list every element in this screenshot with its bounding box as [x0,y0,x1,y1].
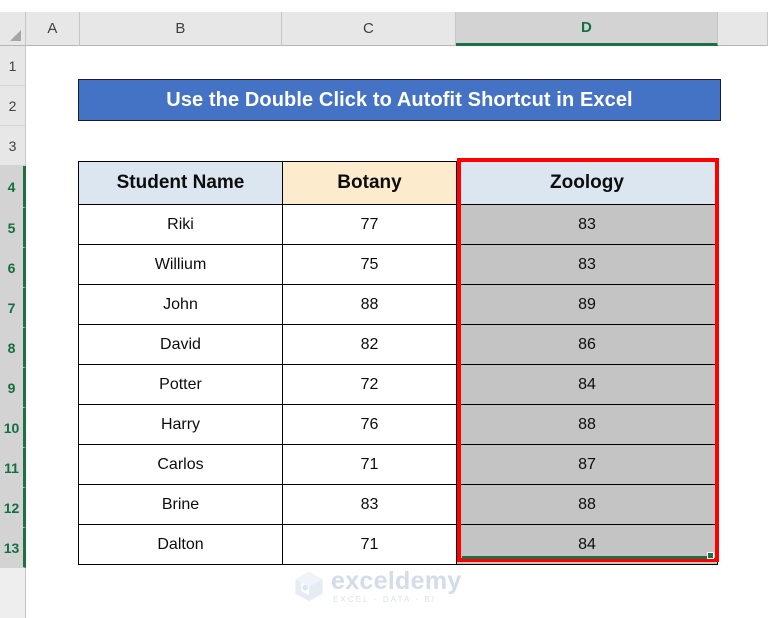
row-header-12[interactable]: 12 [0,488,26,528]
row-header-8[interactable]: 8 [0,328,26,368]
row-header-10[interactable]: 10 [0,408,26,448]
cell-student-name[interactable]: Harry [78,404,283,445]
cell-student-name[interactable]: Brine [78,484,283,525]
table-row: Willium 75 83 [78,244,718,285]
watermark-text-block: exceldemy EXCEL · DATA · BI [331,566,462,604]
column-header-row: A B C D [0,12,768,46]
cell-student-name[interactable]: Carlos [78,444,283,485]
row-header-14[interactable] [0,568,26,618]
cell-botany[interactable]: 82 [282,324,457,365]
cell-zoology[interactable]: 84 [456,524,718,565]
row-header-3[interactable]: 3 [0,126,26,166]
column-header-d[interactable]: D [456,12,718,46]
cell-student-name[interactable]: Riki [78,204,283,245]
cell-zoology[interactable]: 87 [456,444,718,485]
cell-student-name[interactable]: John [78,284,283,325]
cell-student-name[interactable]: Willium [78,244,283,285]
table-row: Potter 72 84 [78,364,718,405]
table-row: Brine 83 88 [78,484,718,525]
cell-zoology[interactable]: 88 [456,404,718,445]
cell-zoology[interactable]: 83 [456,244,718,285]
column-header-c[interactable]: C [282,12,456,46]
column-header-a[interactable]: A [26,12,80,46]
cell-zoology[interactable]: 84 [456,364,718,405]
cell-student-name[interactable]: David [78,324,283,365]
cell-zoology[interactable]: 83 [456,204,718,245]
table-row: Dalton 71 84 [78,524,718,565]
title-banner-cell[interactable]: Use the Double Click to Autofit Shortcut… [78,79,721,121]
cell-student-name[interactable]: Dalton [78,524,283,565]
row-header-9[interactable]: 9 [0,368,26,408]
row-header-5[interactable]: 5 [0,208,26,248]
cell-botany[interactable]: 83 [282,484,457,525]
row-header-1[interactable]: 1 [0,46,26,86]
cell-zoology[interactable]: 88 [456,484,718,525]
cell-zoology[interactable]: 86 [456,324,718,365]
column-header-e[interactable] [718,12,768,46]
watermark-tagline: EXCEL · DATA · BI [333,594,437,604]
cell-botany[interactable]: 71 [282,524,457,565]
column-header-b[interactable]: B [80,12,282,46]
cell-student-name[interactable]: Potter [78,364,283,405]
cell-botany[interactable]: 72 [282,364,457,405]
spreadsheet-canvas: A B C D 1 2 3 4 5 6 7 8 9 10 11 12 13 Us… [0,0,768,618]
row-header-11[interactable]: 11 [0,448,26,488]
row-header-column: 1 2 3 4 5 6 7 8 9 10 11 12 13 [0,46,26,618]
cube-logo-icon [295,571,323,602]
table-row: Riki 77 83 [78,204,718,245]
row-header-2[interactable]: 2 [0,86,26,126]
header-cell-botany[interactable]: Botany [282,161,457,205]
exceldemy-watermark: exceldemy EXCEL · DATA · BI [292,564,472,608]
table-header-row: Student Name Botany Zoology [78,161,718,205]
table-row: John 88 89 [78,284,718,325]
table-row: Harry 76 88 [78,404,718,445]
cell-botany[interactable]: 71 [282,444,457,485]
title-banner-text: Use the Double Click to Autofit Shortcut… [166,88,633,111]
select-all-triangle-icon [10,30,21,41]
header-cell-student-name[interactable]: Student Name [78,161,283,205]
cell-botany[interactable]: 88 [282,284,457,325]
table-row: David 82 86 [78,324,718,365]
row-header-13[interactable]: 13 [0,528,26,568]
cell-zoology[interactable]: 89 [456,284,718,325]
row-header-6[interactable]: 6 [0,248,26,288]
grid-cells-area[interactable]: Use the Double Click to Autofit Shortcut… [26,46,768,612]
select-all-corner-button[interactable] [0,12,26,46]
cell-botany[interactable]: 77 [282,204,457,245]
row-header-7[interactable]: 7 [0,288,26,328]
cell-botany[interactable]: 76 [282,404,457,445]
data-table: Student Name Botany Zoology Riki 77 83 W… [78,161,718,565]
watermark-brand-name: exceldemy [331,566,462,595]
row-header-4[interactable]: 4 [0,166,26,208]
table-row: Carlos 71 87 [78,444,718,485]
cell-botany[interactable]: 75 [282,244,457,285]
header-cell-zoology[interactable]: Zoology [456,161,718,205]
